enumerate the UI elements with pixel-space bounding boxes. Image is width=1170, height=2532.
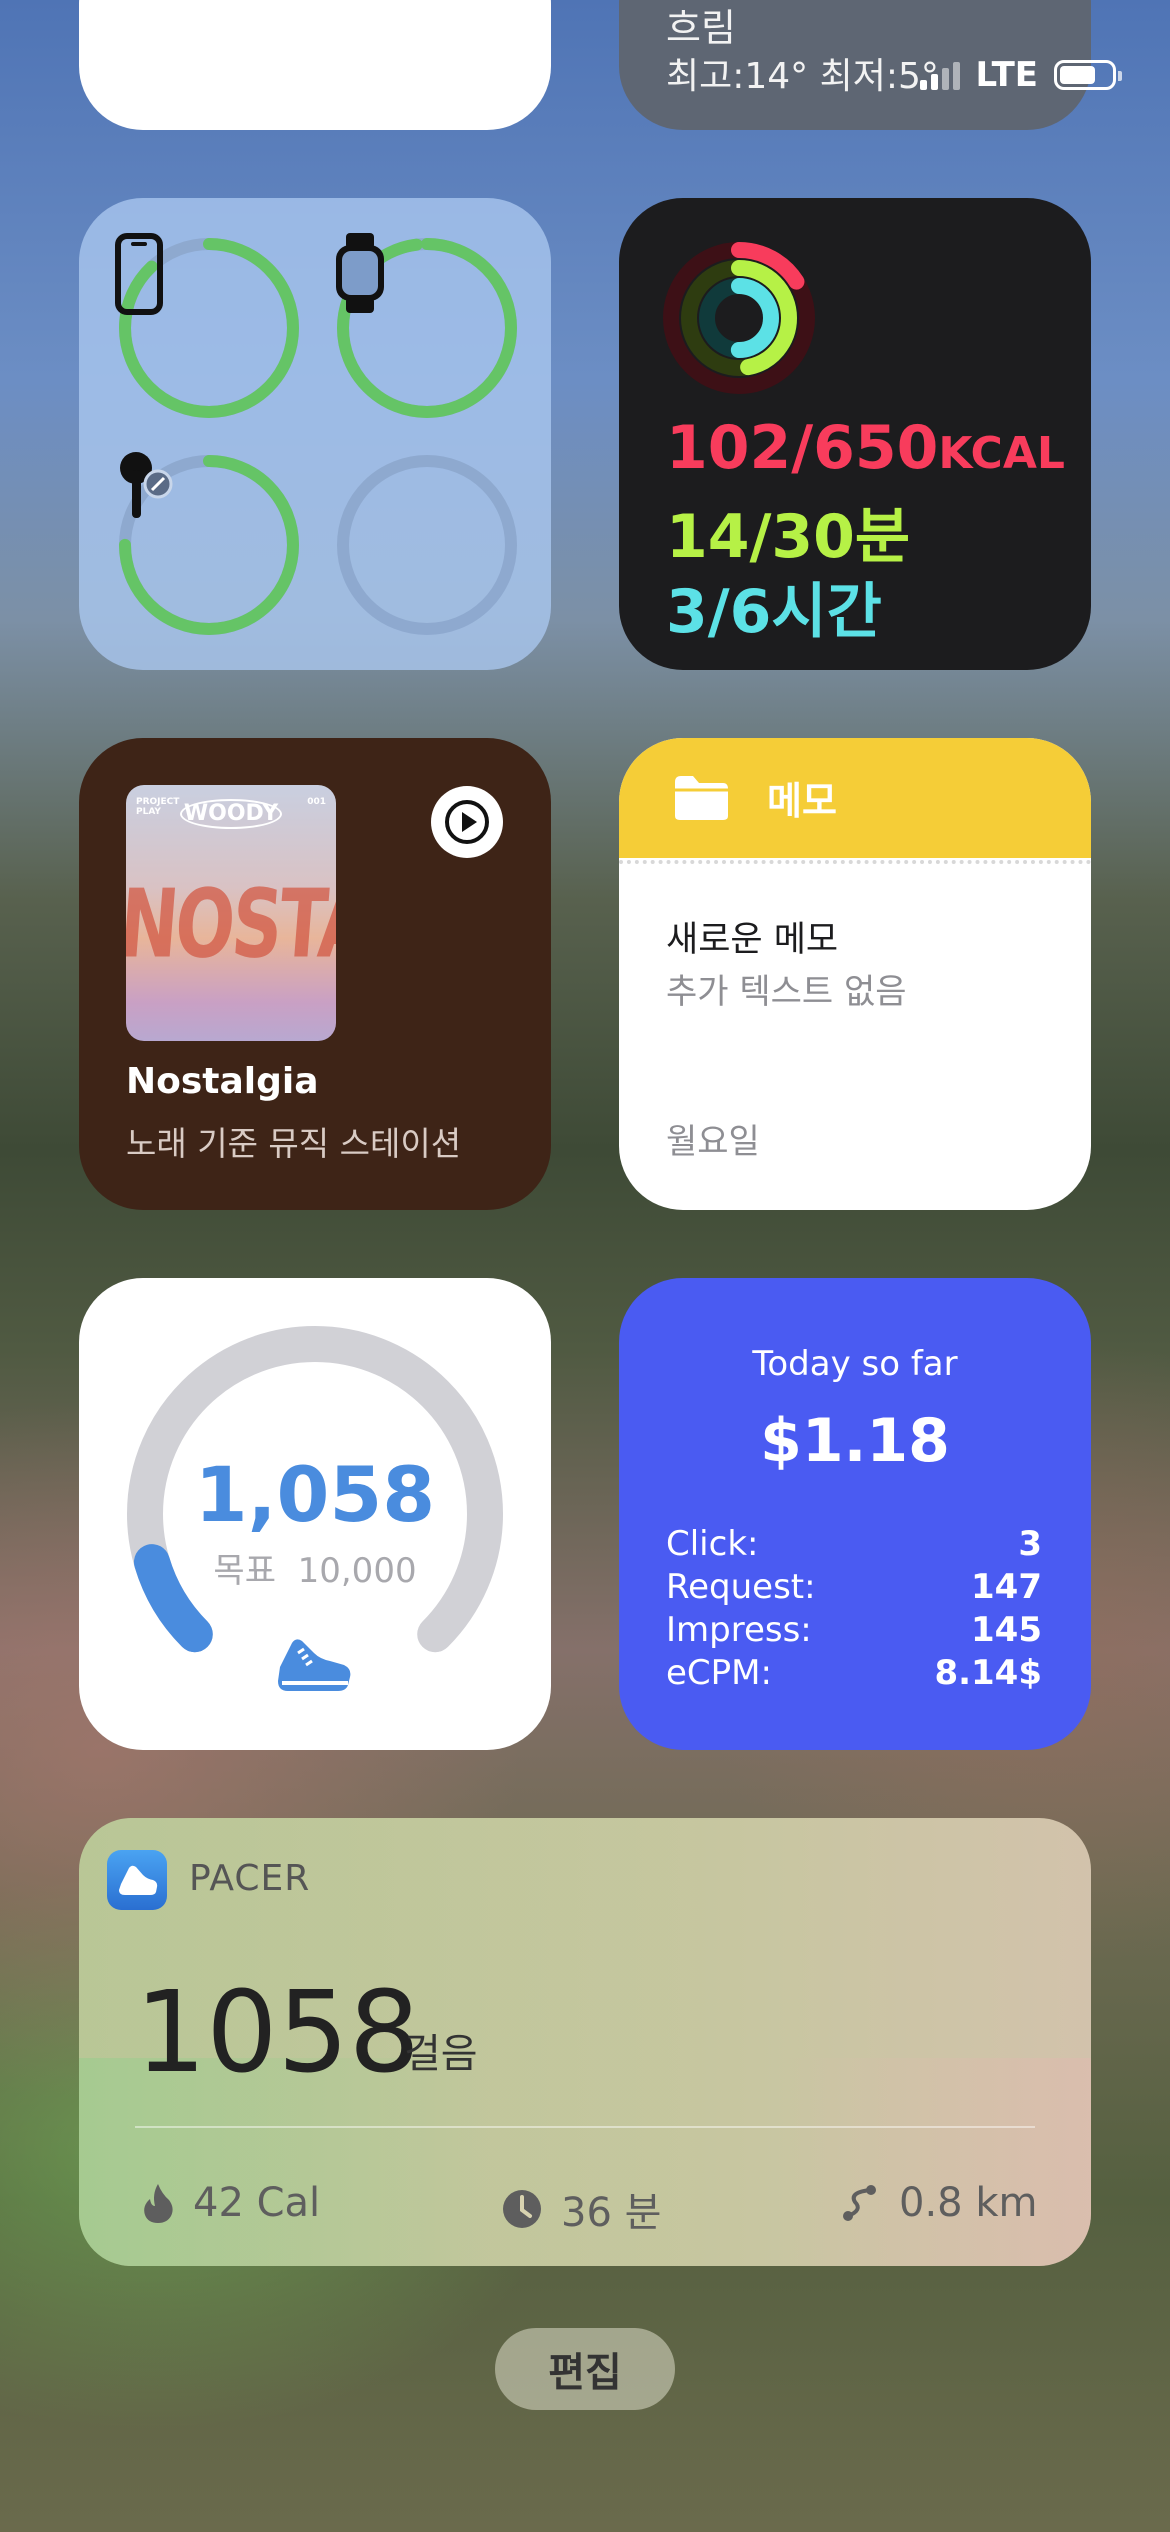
apple-watch-icon [332, 233, 522, 423]
album-label-tr: 001 [307, 797, 326, 807]
iphone-icon [114, 233, 304, 423]
status-bar: LTE [919, 50, 1122, 100]
earnings-row-ecpm: eCPM: 8.14$ [666, 1652, 1042, 1695]
move-value: 102/650 [666, 413, 939, 483]
play-button[interactable] [431, 786, 503, 858]
earnings-row-request: Request: 147 [666, 1566, 1042, 1609]
battery-ring-watch [332, 233, 522, 423]
move-unit: KCAL [938, 428, 1065, 479]
pacer-distance-value: 0.8 km [899, 2180, 1038, 2226]
folder-icon [675, 776, 728, 820]
row-value: 147 [971, 1567, 1042, 1607]
album-art-text: NOSTALGIA [126, 868, 336, 980]
flame-icon [144, 2184, 173, 2223]
notes-app-name: 메모 [767, 779, 837, 823]
row-value: 3 [1018, 1524, 1042, 1564]
airpod-icon [114, 450, 304, 640]
earnings-widget[interactable]: Today so far $1.18 Click: 3 Request: 147 I… [619, 1278, 1091, 1750]
note-date: 월요일 [666, 1122, 760, 1162]
sneaker-icon [278, 1639, 351, 1691]
pacer-calories: 42 Cal [141, 2180, 320, 2226]
edit-button[interactable]: 편집 [495, 2328, 675, 2410]
row-value: 145 [971, 1610, 1042, 1650]
network-label: LTE [975, 55, 1038, 95]
album-label-tl: PROJECT PLAY [136, 797, 180, 817]
step-goal-value: 10,000 [297, 1551, 417, 1591]
row-label: eCPM: [666, 1653, 772, 1693]
pacer-distance: 0.8 km [839, 2180, 1037, 2226]
battery-ring-empty [332, 450, 522, 640]
earnings-amount: $1.18 [760, 1406, 950, 1476]
battery-ring-graphic [337, 455, 517, 635]
album-brand: WOODY [180, 799, 282, 829]
pacer-calories-value: 42 Cal [193, 2180, 321, 2226]
pacer-logo-icon [107, 1850, 167, 1910]
row-value: 8.14$ [934, 1653, 1042, 1693]
notes-divider [619, 860, 1091, 864]
notes-header: 메모 [619, 738, 1091, 858]
battery-ring-iphone [114, 233, 304, 423]
music-title: Nostalgia [126, 1061, 319, 1102]
battery-ring-airpod [114, 450, 304, 640]
note-title: 새로운 메모 [666, 920, 839, 960]
earnings-row-impress: Impress: 145 [666, 1609, 1042, 1652]
earnings-row-click: Click: 3 [666, 1523, 1042, 1566]
step-goal: 목표 10,000 [79, 1543, 551, 1592]
row-label: Impress: [666, 1610, 812, 1650]
pacer-app-name: PACER [189, 1858, 311, 1899]
music-widget[interactable]: PROJECT PLAY 001 WOODY NOSTALGIA Nostalg… [79, 738, 551, 1210]
step-goal-label: 목표 [213, 1551, 276, 1591]
pacer-divider [135, 2126, 1035, 2128]
pacer-duration: 36 분 [501, 2180, 661, 2238]
top-left-widget[interactable] [79, 0, 551, 130]
clock-icon [503, 2190, 541, 2228]
activity-rings-icon [663, 242, 815, 394]
route-icon [843, 2185, 876, 2221]
battery-icon [1054, 60, 1122, 90]
step-goal-widget[interactable]: 1,058 목표 10,000 [79, 1278, 551, 1750]
play-icon [445, 800, 489, 844]
activity-widget[interactable]: 102/650KCAL 14/30분 3/6시간 [619, 198, 1091, 670]
exercise-stat: 14/30분 [666, 502, 911, 572]
signal-icon [919, 60, 960, 90]
stand-stat: 3/6시간 [666, 577, 882, 647]
pacer-step-count: 1058 [135, 1968, 421, 2098]
move-stat: 102/650KCAL [666, 413, 1065, 483]
weather-condition: 흐림 [666, 6, 736, 50]
batteries-widget[interactable] [79, 198, 551, 670]
notes-widget[interactable]: 메모 새로운 메모 추가 텍스트 없음 월요일 [619, 738, 1091, 1210]
pacer-step-unit: 걸음 [404, 2031, 478, 2077]
album-art: PROJECT PLAY 001 WOODY NOSTALGIA [126, 785, 336, 1041]
row-label: Request: [666, 1567, 816, 1607]
pacer-widget[interactable]: PACER 1058 걸음 42 Cal 36 분 0.8 km [79, 1818, 1091, 2266]
pacer-duration-value: 36 분 [561, 2190, 662, 2236]
music-subtitle: 노래 기준 뮤직 스테이션 [126, 1124, 462, 1163]
note-body: 추가 텍스트 없음 [666, 972, 907, 1012]
earnings-header: Today so far [752, 1344, 958, 1384]
step-count: 1,058 [194, 1450, 436, 1539]
weather-high-low: 최고:14° 최저:5° [666, 56, 939, 97]
row-label: Click: [666, 1524, 759, 1564]
